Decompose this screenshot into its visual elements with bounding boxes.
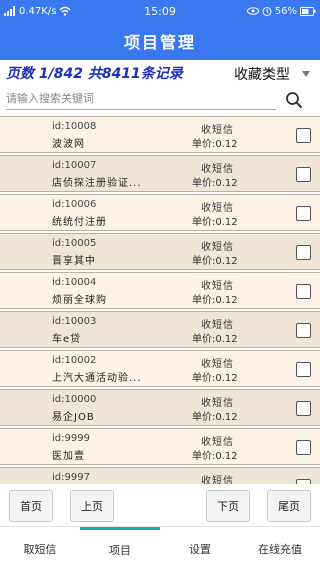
item-checkbox[interactable]	[296, 284, 311, 299]
prev-page-button[interactable]: 上页	[70, 490, 114, 522]
item-id: id:10000	[52, 394, 97, 405]
item-checkbox[interactable]	[296, 206, 311, 221]
item-id: id:10007	[52, 160, 97, 171]
item-id: id:9999	[52, 433, 90, 444]
favorite-type-label: 收藏类型	[234, 67, 290, 83]
tab-label: 设置	[189, 542, 211, 556]
item-checkbox[interactable]	[296, 401, 311, 416]
item-checkbox[interactable]	[296, 362, 311, 377]
list-item[interactable]: id:10006 统统付注册 收短信 单价:0.12	[0, 194, 320, 231]
page-info: 页数 1/842 共8411条记录	[6, 66, 183, 82]
tab-projects[interactable]: 项目	[80, 527, 160, 569]
app-screen: 0.47K/s 15:09 56% 项目管理 页数 1/842 共8411条记录…	[0, 0, 320, 569]
item-type: 收短信	[201, 437, 234, 448]
list-item[interactable]: id:10000 易企JOB 收短信 单价:0.12	[0, 389, 320, 426]
list-item[interactable]: id:10008 波波网 收短信 单价:0.12	[0, 116, 320, 153]
item-price: 单价:0.12	[192, 412, 238, 423]
item-id: id:10006	[52, 199, 97, 210]
next-page-button[interactable]: 下页	[206, 490, 250, 522]
item-price: 单价:0.12	[192, 295, 238, 306]
tab-label: 在线充值	[258, 542, 302, 556]
search-icon[interactable]	[285, 91, 303, 109]
item-name: 晋享其中	[52, 256, 96, 267]
item-type: 收短信	[201, 242, 234, 253]
item-price: 单价:0.12	[192, 217, 238, 228]
item-checkbox[interactable]	[296, 245, 311, 260]
search-row	[0, 86, 320, 116]
item-price: 单价:0.12	[192, 334, 238, 345]
item-checkbox[interactable]	[296, 440, 311, 455]
tab-get-sms[interactable]: 取短信	[0, 527, 80, 569]
item-price: 单价:0.12	[192, 373, 238, 384]
item-type: 收短信	[201, 359, 234, 370]
favorite-type-select[interactable]: 收藏类型	[228, 62, 314, 86]
project-list: id:10008 波波网 收短信 单价:0.12 id:10007 店侦探注册验…	[0, 116, 320, 484]
item-checkbox[interactable]	[296, 167, 311, 182]
item-name: 店侦探注册验证...	[52, 178, 142, 189]
item-type: 收短信	[201, 320, 234, 331]
list-item[interactable]: id:9997 收短信	[0, 467, 320, 484]
status-bar: 0.47K/s 15:09 56%	[0, 0, 320, 22]
list-item[interactable]: id:9999 医加壹 收短信 单价:0.12	[0, 428, 320, 465]
item-type: 收短信	[201, 476, 234, 484]
item-type: 收短信	[201, 203, 234, 214]
item-name: 上汽大通活动验...	[52, 373, 142, 384]
item-name: 易企JOB	[52, 412, 95, 423]
tab-label: 取短信	[23, 542, 57, 556]
chevron-down-icon	[302, 71, 310, 77]
item-name: 医加壹	[52, 451, 85, 462]
item-id: id:9997	[52, 472, 90, 483]
item-price: 单价:0.12	[192, 139, 238, 150]
item-id: id:10002	[52, 355, 97, 366]
search-input[interactable]	[6, 88, 276, 110]
item-type: 收短信	[201, 164, 234, 175]
list-item[interactable]: id:10004 烦丽全球购 收短信 单价:0.12	[0, 272, 320, 309]
first-page-button[interactable]: 首页	[9, 490, 53, 522]
tab-settings[interactable]: 设置	[160, 527, 240, 569]
page-header: 项目管理	[0, 22, 320, 60]
item-id: id:10008	[52, 121, 97, 132]
item-price: 单价:0.12	[192, 178, 238, 189]
bottom-tab-bar: 取短信 项目 设置 在线充值	[0, 526, 320, 569]
item-name: 烦丽全球购	[52, 295, 107, 306]
item-checkbox[interactable]	[296, 128, 311, 143]
item-price: 单价:0.12	[192, 451, 238, 462]
item-price: 单价:0.12	[192, 256, 238, 267]
tab-label: 项目	[109, 544, 131, 557]
status-time: 15:09	[144, 4, 176, 18]
list-item[interactable]: id:10005 晋享其中 收短信 单价:0.12	[0, 233, 320, 270]
item-name: 波波网	[52, 139, 85, 150]
item-name: 统统付注册	[52, 217, 107, 228]
item-type: 收短信	[201, 125, 234, 136]
tab-recharge[interactable]: 在线充值	[240, 527, 320, 569]
list-item[interactable]: id:10002 上汽大通活动验... 收短信 单价:0.12	[0, 350, 320, 387]
pager: 首页 上页 下页 尾页	[0, 484, 320, 526]
list-item[interactable]: id:10007 店侦探注册验证... 收短信 单价:0.12	[0, 155, 320, 192]
item-name: 车e贷	[52, 334, 82, 345]
item-type: 收短信	[201, 281, 234, 292]
item-id: id:10003	[52, 316, 97, 327]
summary-row: 页数 1/842 共8411条记录 收藏类型	[0, 60, 320, 86]
list-item[interactable]: id:10003 车e贷 收短信 单价:0.12	[0, 311, 320, 348]
item-id: id:10004	[52, 277, 97, 288]
item-id: id:10005	[52, 238, 97, 249]
last-page-button[interactable]: 尾页	[267, 490, 311, 522]
item-type: 收短信	[201, 398, 234, 409]
item-checkbox[interactable]	[296, 323, 311, 338]
page-title: 项目管理	[123, 33, 196, 52]
